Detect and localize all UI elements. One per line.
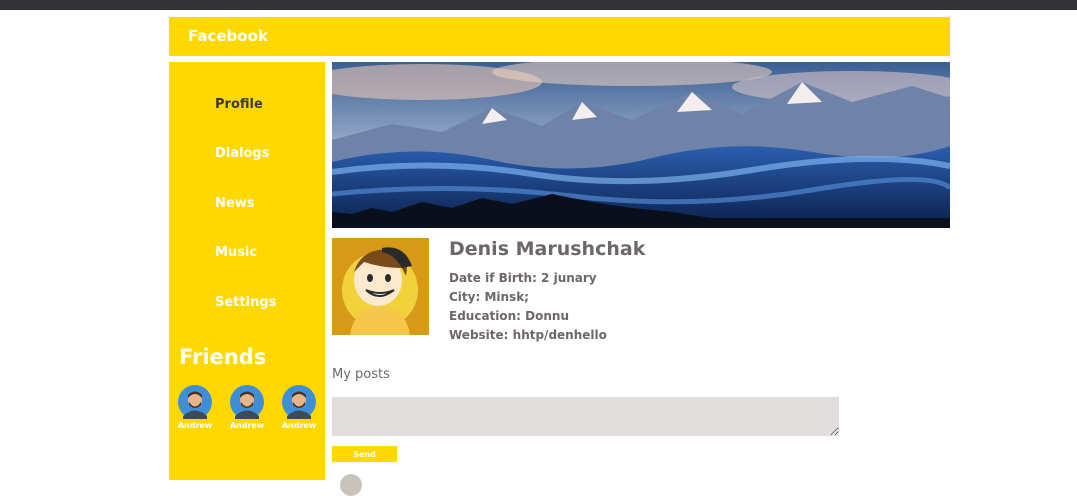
profile-name: Denis Marushchak bbox=[449, 238, 646, 260]
friend-avatar-icon bbox=[178, 385, 212, 419]
friend-item[interactable]: Andrew bbox=[173, 385, 217, 430]
sidebar: Profile Dialogs News Music Settings Frie… bbox=[169, 62, 325, 480]
friend-name: Andrew bbox=[229, 421, 265, 430]
profile-education: Education: Donnu bbox=[449, 309, 569, 323]
friend-item[interactable]: Andrew bbox=[225, 385, 269, 430]
friend-item[interactable]: Andrew bbox=[277, 385, 321, 430]
profile-website: Website: hhtp/denhello bbox=[449, 328, 607, 342]
new-post-input[interactable] bbox=[332, 397, 839, 436]
profile-city: City: Minsk; bbox=[449, 290, 529, 304]
nav-item-dialogs[interactable]: Dialogs bbox=[215, 146, 269, 161]
post-author-avatar bbox=[340, 474, 362, 496]
browser-top-strip bbox=[0, 0, 1077, 10]
send-button[interactable]: Send bbox=[332, 446, 397, 462]
nav-item-music[interactable]: Music bbox=[215, 245, 257, 260]
nav-item-news[interactable]: News bbox=[215, 196, 254, 211]
posts-title: My posts bbox=[332, 367, 390, 382]
profile-cover-image bbox=[332, 62, 950, 228]
friend-avatar-icon bbox=[282, 385, 316, 419]
friend-name: Andrew bbox=[177, 421, 213, 430]
friends-title: Friends bbox=[179, 345, 267, 369]
profile-birth: Date if Birth: 2 junary bbox=[449, 271, 597, 285]
brand-logo[interactable]: Facebook bbox=[188, 27, 268, 45]
friend-avatar-icon bbox=[230, 385, 264, 419]
site-header: Facebook bbox=[169, 17, 950, 56]
friend-name: Andrew bbox=[281, 421, 317, 430]
profile-avatar[interactable] bbox=[332, 238, 429, 335]
nav-item-settings[interactable]: Settings bbox=[215, 295, 276, 310]
nav-item-profile[interactable]: Profile bbox=[215, 97, 263, 112]
